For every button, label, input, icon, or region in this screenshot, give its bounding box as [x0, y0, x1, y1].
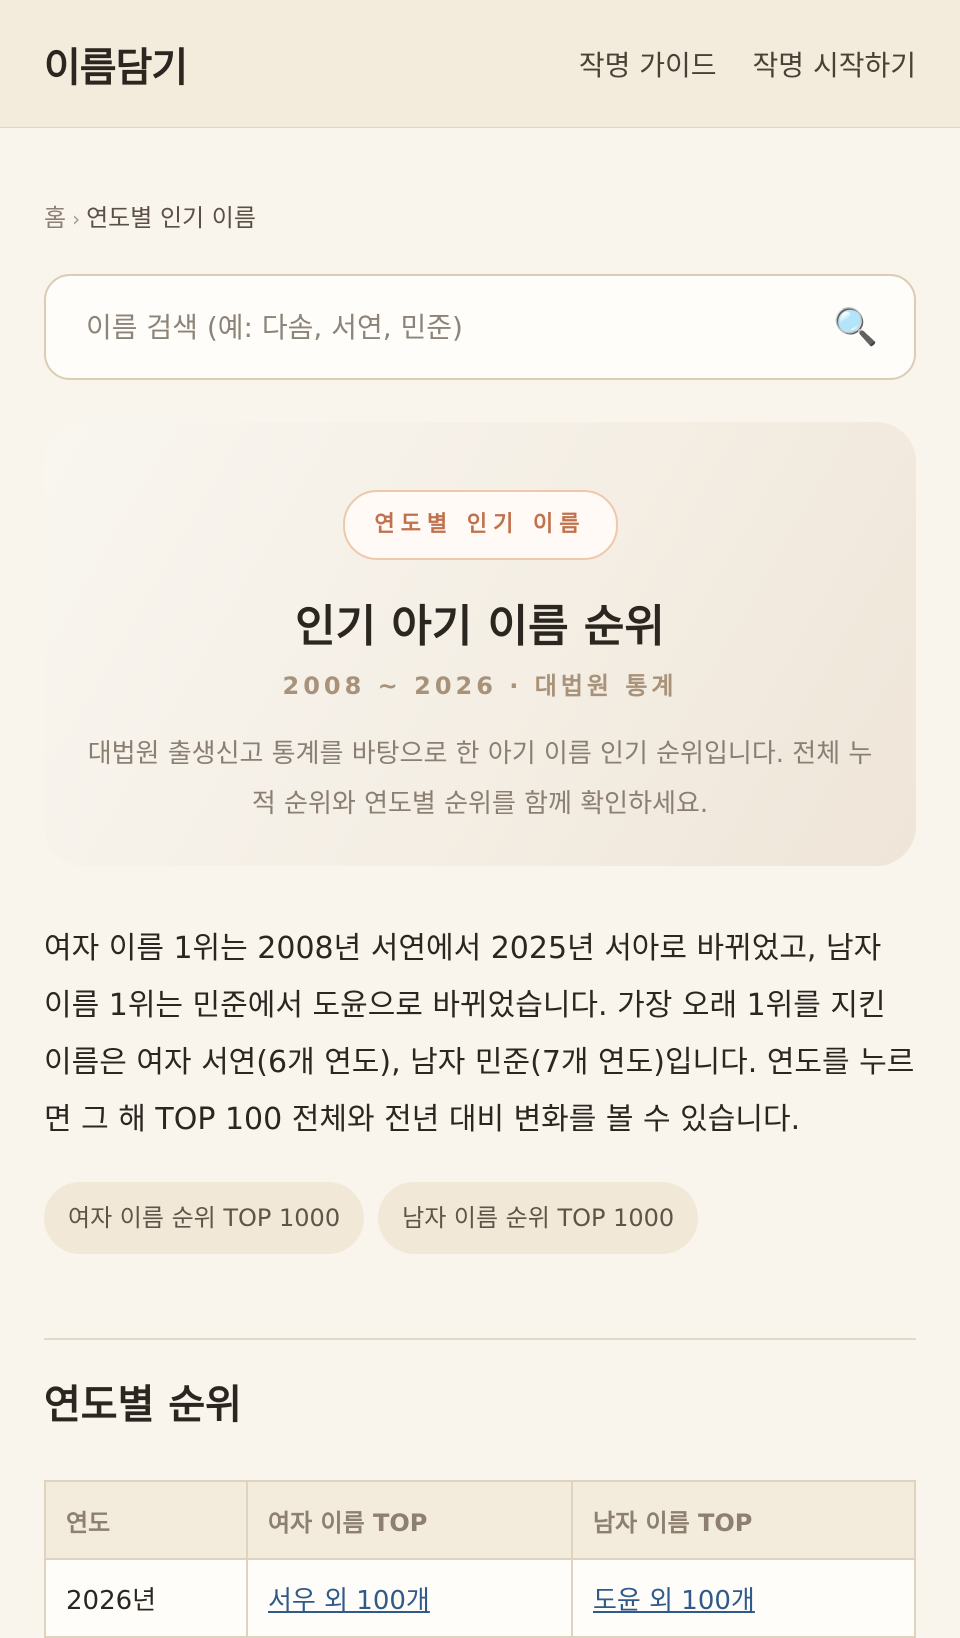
site-header: 이름담기 작명 가이드 작명 시작하기 — [0, 0, 960, 128]
yearly-ranking-table: 연도 여자 이름 TOP 남자 이름 TOP 2026년 서우 외 100개 도… — [44, 1480, 916, 1638]
nav-link-guide[interactable]: 작명 가이드 — [579, 44, 717, 84]
table-header-row: 연도 여자 이름 TOP 남자 이름 TOP — [44, 1480, 916, 1560]
cell-year: 2026년 — [44, 1558, 248, 1638]
page-title: 인기 아기 이름 순위 — [295, 601, 665, 652]
hero-badge: 연도별 인기 이름 — [342, 490, 618, 560]
breadcrumb: 홈 › 연도별 인기 이름 — [44, 198, 256, 233]
hero-card: 연도별 인기 이름 인기 아기 이름 순위 2008 ~ 2026 · 대법원 … — [44, 422, 916, 866]
nav-link-start[interactable]: 작명 시작하기 — [753, 44, 916, 84]
column-header-year: 연도 — [44, 1480, 248, 1560]
column-header-girl: 여자 이름 TOP — [246, 1480, 573, 1560]
table-row: 2026년 서우 외 100개 도윤 외 100개 — [44, 1558, 916, 1638]
cell-boy: 도윤 외 100개 — [571, 1558, 916, 1638]
search-box: 🔍 — [44, 274, 916, 380]
site-logo[interactable]: 이름담기 — [44, 35, 188, 93]
hero-description: 대법원 출생신고 통계를 바탕으로 한 아기 이름 인기 순위입니다. 전체 누… — [87, 739, 873, 819]
search-input[interactable] — [84, 309, 834, 345]
chip-group: 여자 이름 순위 TOP 1000 남자 이름 순위 TOP 1000 — [44, 1182, 699, 1254]
chip-girl-top1000[interactable]: 여자 이름 순위 TOP 1000 — [44, 1182, 365, 1254]
boy-top-link[interactable]: 도윤 외 100개 — [593, 1586, 755, 1616]
top-nav: 작명 가이드 작명 시작하기 — [579, 44, 916, 84]
cell-girl: 서우 외 100개 — [246, 1558, 573, 1638]
section-title: 연도별 순위 — [44, 1381, 242, 1428]
search-icon[interactable]: 🔍 — [833, 306, 878, 348]
breadcrumb-home[interactable]: 홈 — [44, 204, 66, 232]
column-header-boy: 남자 이름 TOP — [571, 1480, 916, 1560]
hero-meta: 2008 ~ 2026 · 대법원 통계 — [282, 672, 678, 700]
summary-paragraph: 여자 이름 1위는 2008년 서연에서 2025년 서아로 바뀌었고, 남자 … — [44, 931, 915, 1137]
section-divider — [44, 1338, 916, 1340]
girl-top-link[interactable]: 서우 외 100개 — [268, 1586, 430, 1616]
breadcrumb-separator-icon: › — [72, 207, 81, 231]
chip-boy-top1000[interactable]: 남자 이름 순위 TOP 1000 — [378, 1182, 699, 1254]
breadcrumb-current: 연도별 인기 이름 — [86, 204, 256, 232]
